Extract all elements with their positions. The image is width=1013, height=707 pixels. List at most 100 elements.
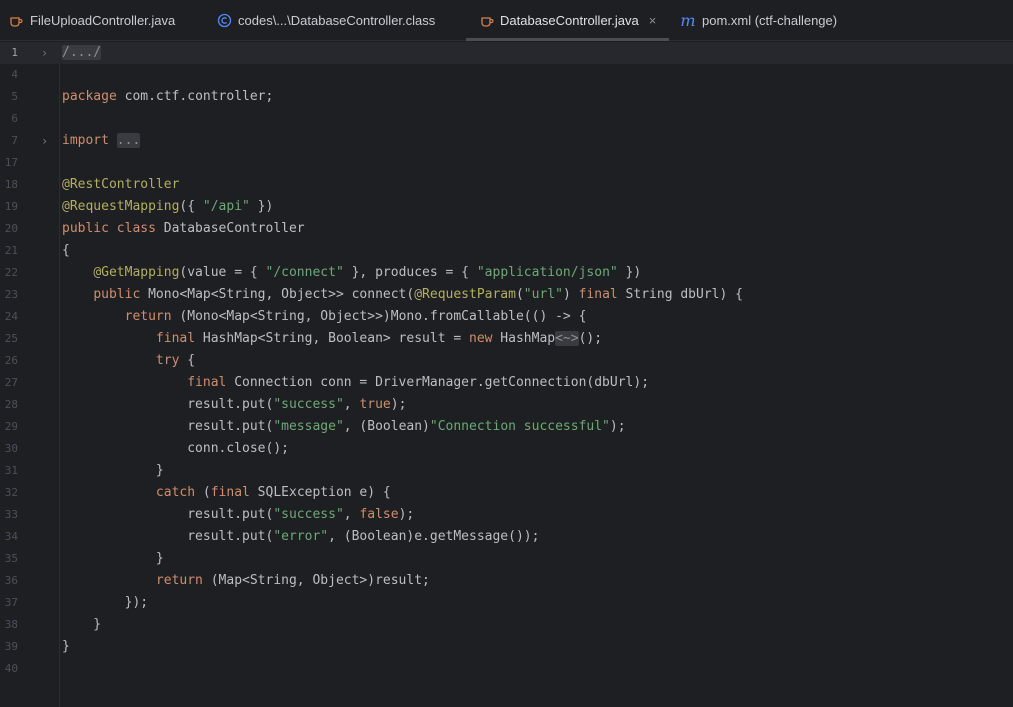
code-line[interactable]: 29 result.put("message", (Boolean)"Conne… [0,416,1013,438]
line-number[interactable]: 33 [0,504,18,526]
java-file-icon [8,13,24,29]
code-line[interactable]: 24 return (Mono<Map<String, Object>>)Mon… [0,306,1013,328]
line-number[interactable]: 23 [0,284,18,306]
code-line[interactable]: 30 conn.close(); [0,438,1013,460]
code-text[interactable]: @RestController [62,174,179,196]
code-line[interactable]: 35 } [0,548,1013,570]
code-line[interactable]: 5 package com.ctf.controller; [0,86,1013,108]
code-text[interactable]: } [62,614,101,636]
code-line[interactable]: 17 [0,152,1013,174]
code-line[interactable]: 19 @RequestMapping({ "/api" }) [0,196,1013,218]
code-text[interactable]: { [62,240,70,262]
code-line[interactable]: 6 [0,108,1013,130]
code-text[interactable]: result.put("success", false); [62,504,414,526]
line-number[interactable]: 22 [0,262,18,284]
code-text[interactable]: conn.close(); [62,438,289,460]
line-number[interactable]: 40 [0,658,18,680]
line-number[interactable]: 31 [0,460,18,482]
fold-chevron-icon[interactable]: › [41,42,51,64]
code-line[interactable]: 21 { [0,240,1013,262]
java-file-icon [480,13,494,29]
tab-fileuploadcontroller-java[interactable]: FileUploadController.java [8,0,175,41]
line-number[interactable]: 36 [0,570,18,592]
line-number[interactable]: 34 [0,526,18,548]
line-number[interactable]: 35 [0,548,18,570]
code-line[interactable]: 28 result.put("success", true); [0,394,1013,416]
code-line[interactable]: 4 [0,64,1013,86]
code-line[interactable]: 38 } [0,614,1013,636]
code-text[interactable]: result.put("success", true); [62,394,406,416]
folded-region[interactable]: /.../ [62,45,102,60]
line-number[interactable]: 21 [0,240,18,262]
tab-pom-xml[interactable]: m pom.xml (ctf-challenge) [680,0,837,41]
code-line[interactable]: 27 final Connection conn = DriverManager… [0,372,1013,394]
code-text[interactable]: /.../ [62,42,102,64]
line-number[interactable]: 19 [0,196,18,218]
code-line[interactable]: 25 final HashMap<String, Boolean> result… [0,328,1013,350]
line-number[interactable]: 27 [0,372,18,394]
line-number[interactable]: 25 [0,328,18,350]
code-text[interactable]: result.put("error", (Boolean)e.getMessag… [62,526,539,548]
code-text[interactable]: public class DatabaseController [62,218,305,240]
line-number[interactable]: 26 [0,350,18,372]
code-line[interactable]: 31 } [0,460,1013,482]
line-number[interactable]: 17 [0,152,18,174]
code-text[interactable]: return (Map<String, Object>)result; [62,570,430,592]
code-line[interactable]: 22 @GetMapping(value = { "/connect" }, p… [0,262,1013,284]
code-token: Mono<Map<String, Object>> connect( [140,287,415,302]
code-text[interactable]: } [62,460,164,482]
code-line[interactable]: 18 @RestController [0,174,1013,196]
code-text[interactable]: final HashMap<String, Boolean> result = … [62,328,602,350]
line-number[interactable]: 20 [0,218,18,240]
code-line[interactable]: 36 return (Map<String, Object>)result; [0,570,1013,592]
code-text[interactable]: package com.ctf.controller; [62,86,273,108]
code-text[interactable]: } [62,548,164,570]
code-line[interactable]: 34 result.put("error", (Boolean)e.getMes… [0,526,1013,548]
code-text[interactable]: catch (final SQLException e) { [62,482,391,504]
line-number[interactable]: 18 [0,174,18,196]
code-line[interactable]: 37 }); [0,592,1013,614]
close-icon[interactable]: × [649,13,657,28]
line-number[interactable]: 28 [0,394,18,416]
code-line[interactable]: 33 result.put("success", false); [0,504,1013,526]
code-text[interactable]: public Mono<Map<String, Object>> connect… [62,284,743,306]
code-token: (value = { [179,265,266,280]
code-text[interactable]: import ... [62,130,141,152]
tab-databasecontroller-java[interactable]: DatabaseController.java × [466,0,669,41]
code-text[interactable]: }); [62,592,148,614]
line-number[interactable]: 5 [0,86,18,108]
line-number[interactable]: 30 [0,438,18,460]
code-editor[interactable]: 1 › /.../ 4 5 package com.ctf.controller; 6 7 › i… [0,42,1013,707]
code-line[interactable]: 39} [0,636,1013,658]
code-text[interactable]: } [62,636,70,658]
line-number[interactable]: 38 [0,614,18,636]
line-number[interactable]: 4 [0,64,18,86]
code-line[interactable]: 20 public class DatabaseController [0,218,1013,240]
code-line[interactable]: 32 catch (final SQLException e) { [0,482,1013,504]
line-number[interactable]: 37 [0,592,18,614]
line-number[interactable]: 39 [0,636,18,658]
code-token: "/api" [202,199,250,214]
code-text[interactable]: final Connection conn = DriverManager.ge… [62,372,649,394]
code-line[interactable]: 7 › import ... [0,130,1013,152]
code-line[interactable]: 23 public Mono<Map<String, Object>> conn… [0,284,1013,306]
line-number[interactable]: 7 [0,130,18,152]
line-number[interactable]: 32 [0,482,18,504]
code-text[interactable]: return (Mono<Map<String, Object>>)Mono.f… [62,306,587,328]
line-number[interactable]: 6 [0,108,18,130]
code-line[interactable]: 1 › /.../ [0,42,1013,64]
tab-databasecontroller-class[interactable]: codes\...\DatabaseController.class [216,0,435,41]
fold-chevron-icon[interactable]: › [41,130,51,152]
line-number[interactable]: 1 [0,42,18,64]
code-token: }); [62,595,149,610]
line-number[interactable]: 24 [0,306,18,328]
code-text[interactable]: try { [62,350,195,372]
folded-region[interactable]: ... [116,133,141,148]
line-number[interactable]: 29 [0,416,18,438]
code-text[interactable]: @GetMapping(value = { "/connect" }, prod… [62,262,641,284]
code-line[interactable]: 40 [0,658,1013,680]
code-text[interactable]: @RequestMapping({ "/api" }) [62,196,273,218]
folded-region[interactable]: <~> [555,331,579,346]
code-text[interactable]: result.put("message", (Boolean)"Connecti… [62,416,625,438]
code-line[interactable]: 26 try { [0,350,1013,372]
